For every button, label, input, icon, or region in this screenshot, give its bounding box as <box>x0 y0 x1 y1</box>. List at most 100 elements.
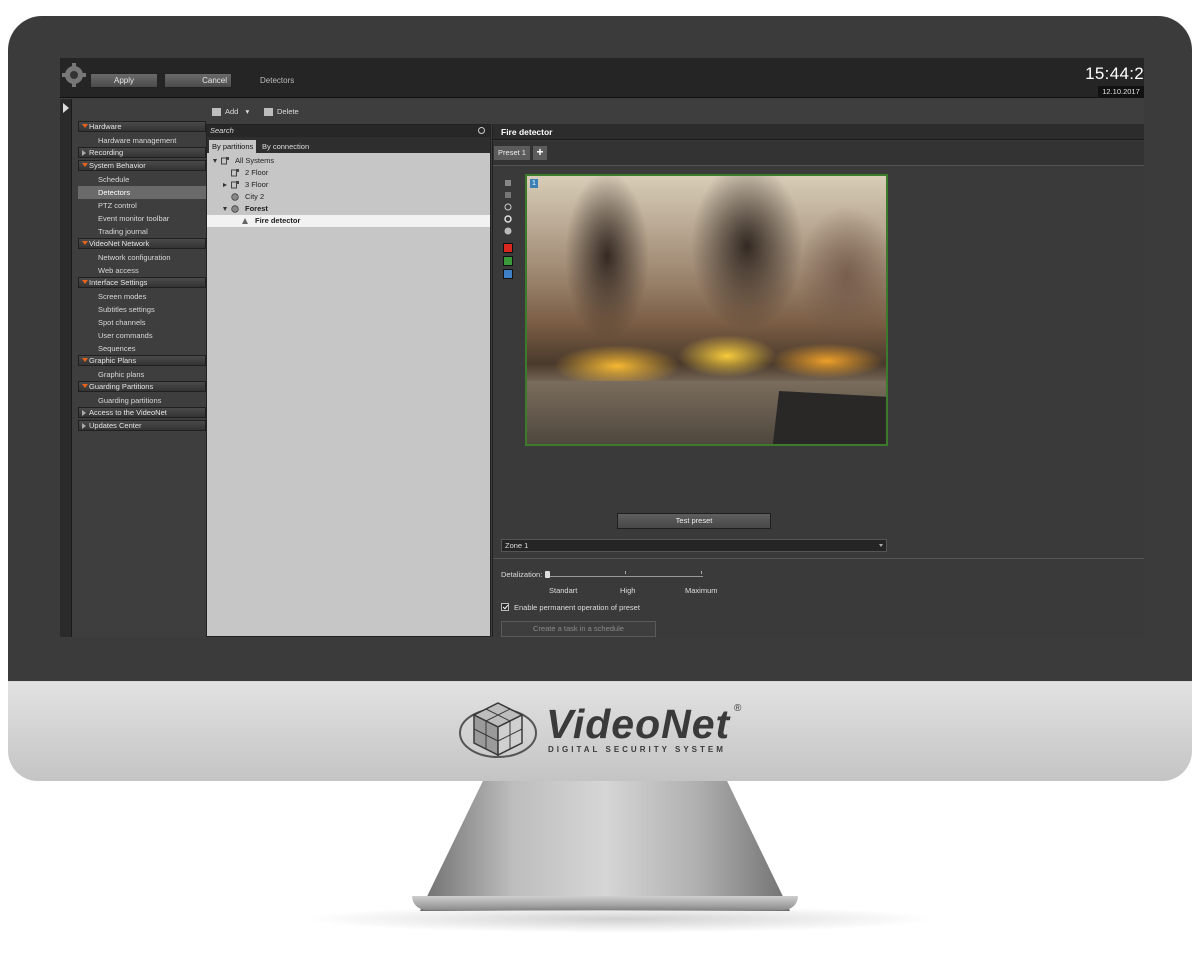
nav-section-hardware[interactable]: Hardware <box>78 121 206 132</box>
sidebar-item-network-configuration[interactable]: Network configuration <box>78 251 206 264</box>
date: 12.10.2017 <box>1098 86 1144 97</box>
rotate-icon[interactable] <box>503 203 513 211</box>
sidebar-item-trading-journal[interactable]: Trading journal <box>78 225 206 238</box>
triangle-down-icon[interactable] <box>82 280 88 284</box>
trash-icon <box>264 108 273 117</box>
zone-color-blue-button[interactable] <box>503 269 513 279</box>
tab-by-partitions[interactable]: By partitions <box>209 140 257 153</box>
folder-icon <box>231 169 239 177</box>
tree-node-forest[interactable]: Forest <box>207 203 490 215</box>
nav-section-access-to-the-videonet[interactable]: Access to the VideoNet <box>78 407 206 418</box>
expand-arrow-icon[interactable] <box>223 183 227 187</box>
folder-icon <box>231 181 239 189</box>
sidebar-item-web-access[interactable]: Web access <box>78 264 206 277</box>
triangle-down-icon[interactable] <box>82 241 88 245</box>
tab-by-connection[interactable]: By connection <box>259 140 312 153</box>
draw-polygon-icon[interactable] <box>503 191 513 199</box>
tree-node-label: 3 Floor <box>245 180 269 189</box>
expand-arrow-icon[interactable] <box>63 103 69 113</box>
cube-logo-icon <box>459 702 537 758</box>
cancel-button[interactable]: Cancel <box>164 73 232 88</box>
detector-title: Fire detector <box>493 124 1144 140</box>
zone-tools <box>503 179 517 282</box>
tab-preset-1[interactable]: Preset 1 <box>494 146 530 160</box>
camera-number-badge: 1 <box>530 179 538 188</box>
sidebar-collapse-strip[interactable] <box>60 99 72 637</box>
triangle-right-icon[interactable] <box>82 150 86 156</box>
add-icon <box>212 108 221 117</box>
eraser-icon[interactable] <box>503 227 513 235</box>
sidebar-item-hardware-management[interactable]: Hardware management <box>78 134 206 147</box>
top-bar: Apply Cancel Detectors 15:44:2 12.10.201… <box>60 58 1144 98</box>
tree-node-3-floor[interactable]: 3 Floor <box>207 179 490 191</box>
tree-toolbar: Add ▾ Delete <box>210 105 490 119</box>
tree-node-all-systems[interactable]: All Systems <box>207 155 490 167</box>
nav-section-updates-center[interactable]: Updates Center <box>78 420 206 431</box>
tree-node-fire-detector[interactable]: Fire detector <box>207 215 490 227</box>
divider <box>493 558 1144 559</box>
detalization-level-high: High <box>620 586 636 595</box>
preset-bar: Preset 1 + <box>493 141 1144 165</box>
sidebar-item-ptz-control[interactable]: PTZ control <box>78 199 206 212</box>
nav-section-guarding-partitions[interactable]: Guarding Partitions <box>78 381 206 392</box>
detalization-level-standart: Standart <box>549 586 578 595</box>
sidebar-item-subtitles-settings[interactable]: Subtitles settings <box>78 303 206 316</box>
triangle-down-icon[interactable] <box>82 163 88 167</box>
sidebar-item-screen-modes[interactable]: Screen modes <box>78 290 206 303</box>
sidebar-item-detectors[interactable]: Detectors <box>78 186 206 199</box>
add-dropdown-icon[interactable]: ▾ <box>245 107 249 116</box>
nav-section-label: VideoNet Network <box>89 239 150 248</box>
enable-permanent-checkbox[interactable] <box>501 603 509 611</box>
refresh-icon[interactable] <box>503 215 513 223</box>
search-icon[interactable] <box>478 127 485 134</box>
zone-select[interactable]: Zone 1 <box>501 539 887 552</box>
add-label: Add <box>225 107 239 116</box>
module-title: Detectors <box>260 76 295 85</box>
triangle-right-icon[interactable] <box>82 410 86 416</box>
create-task-button[interactable]: Create a task in a schedule <box>501 621 656 637</box>
tree-tabs: By partitions By connection <box>207 137 490 153</box>
chevron-down-icon[interactable] <box>879 544 883 547</box>
draw-rectangle-icon[interactable] <box>503 179 513 187</box>
delete-label: Delete <box>277 107 299 116</box>
detalization-slider-thumb[interactable] <box>545 571 550 578</box>
triangle-down-icon[interactable] <box>82 358 88 362</box>
sidebar-item-graphic-plans[interactable]: Graphic plans <box>78 368 206 381</box>
search-placeholder: Search <box>210 126 234 135</box>
add-preset-button[interactable]: + <box>533 146 547 160</box>
tree-node-2-floor[interactable]: 2 Floor <box>207 167 490 179</box>
sidebar-item-spot-channels[interactable]: Spot channels <box>78 316 206 329</box>
nav-section-recording[interactable]: Recording <box>78 147 206 158</box>
camera-preview[interactable]: 1 <box>525 174 888 446</box>
nav-section-label: Guarding Partitions <box>89 382 154 391</box>
tree-node-label: City 2 <box>245 192 265 201</box>
triangle-down-icon[interactable] <box>82 384 88 388</box>
sidebar-item-event-monitor-toolbar[interactable]: Event monitor toolbar <box>78 212 206 225</box>
tree-node-label: Fire detector <box>255 216 301 225</box>
zone-color-green-button[interactable] <box>503 256 513 266</box>
triangle-right-icon[interactable] <box>82 423 86 429</box>
settings-navigation: Hardware Hardware management Recording Syst… <box>78 121 206 433</box>
sidebar-item-guarding-partitions[interactable]: Guarding partitions <box>78 394 206 407</box>
nav-section-interface-settings[interactable]: Interface Settings <box>78 277 206 288</box>
sidebar-item-schedule[interactable]: Schedule <box>78 173 206 186</box>
delete-button[interactable]: Delete <box>264 107 299 117</box>
sidebar-item-user-commands[interactable]: User commands <box>78 329 206 342</box>
zone-color-red-button[interactable] <box>503 243 513 253</box>
expand-arrow-icon[interactable] <box>213 159 217 163</box>
apply-button[interactable]: Apply <box>90 73 158 88</box>
nav-section-videonet-network[interactable]: VideoNet Network <box>78 238 206 249</box>
expand-arrow-icon[interactable] <box>223 207 227 211</box>
tree-node-city-2[interactable]: City 2 <box>207 191 490 203</box>
add-button[interactable]: Add ▾ <box>212 107 249 117</box>
enable-permanent-label: Enable permanent operation of preset <box>514 603 640 612</box>
triangle-down-icon[interactable] <box>82 124 88 128</box>
brand-tagline: DIGITAL SECURITY SYSTEM <box>548 745 726 754</box>
nav-section-system-behavior[interactable]: System Behavior <box>78 160 206 171</box>
detalization-slider-track[interactable] <box>547 576 703 577</box>
test-preset-button[interactable]: Test preset <box>617 513 771 529</box>
nav-section-graphic-plans[interactable]: Graphic Plans <box>78 355 206 366</box>
sidebar-item-sequences[interactable]: Sequences <box>78 342 206 355</box>
detector-settings-panel: Fire detector Preset 1 + 1 Test preset Z… <box>492 124 1144 637</box>
search-input[interactable]: Search <box>207 125 490 137</box>
